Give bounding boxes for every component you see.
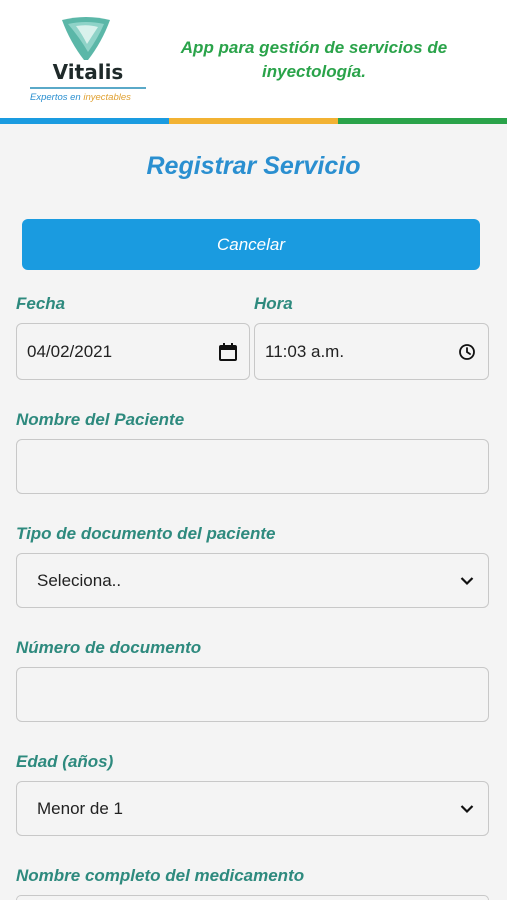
numero-documento-label: Número de documento — [16, 638, 202, 657]
edad-label: Edad (años) — [16, 752, 114, 771]
logo-mark-icon — [62, 17, 110, 60]
tipo-documento-value: Seleciona.. — [37, 570, 122, 590]
hora-input[interactable]: 11:03 a.m. — [254, 323, 489, 380]
chevron-down-icon — [454, 570, 480, 592]
vitalis-logo: Vitalis Expertos en inyectables — [28, 16, 148, 112]
edad-value: Menor de 1 — [37, 798, 123, 818]
logo-name: Vitalis — [52, 60, 124, 84]
logo-tagline-part1: Expertos en — [30, 92, 84, 103]
tipo-documento-label: Tipo de documento del paciente — [16, 524, 276, 543]
hora-label: Hora — [254, 294, 293, 313]
tipo-documento-select[interactable]: Seleciona.. — [16, 553, 489, 608]
logo-tagline: Expertos en inyectables — [30, 92, 150, 103]
clock-icon[interactable] — [454, 341, 480, 363]
medicamento-label: Nombre completo del medicamento — [16, 866, 305, 885]
nombre-paciente-input[interactable] — [16, 439, 489, 494]
numero-documento-input[interactable] — [16, 667, 489, 722]
medicamento-input[interactable] — [16, 895, 489, 900]
chevron-down-icon — [454, 798, 480, 820]
logo-divider — [30, 87, 146, 89]
logo-tagline-part2: inyectables — [83, 92, 131, 103]
edad-select[interactable]: Menor de 1 — [16, 781, 489, 836]
header-slogan: App para gestión de servicios de inyecto… — [180, 38, 448, 81]
form-container: Registrar Servicio Cancelar Fecha 04/02/… — [0, 124, 507, 900]
cancel-button[interactable]: Cancelar — [22, 219, 480, 270]
nombre-paciente-label: Nombre del Paciente — [16, 410, 185, 429]
fecha-value: 04/02/2021 — [27, 341, 113, 361]
fecha-label: Fecha — [16, 294, 66, 313]
calendar-icon[interactable] — [215, 341, 241, 363]
app-header: Vitalis Expertos en inyectables App para… — [0, 0, 507, 118]
page-title: Registrar Servicio — [146, 152, 361, 180]
fecha-input[interactable]: 04/02/2021 — [16, 323, 250, 380]
hora-value: 11:03 a.m. — [265, 341, 345, 361]
